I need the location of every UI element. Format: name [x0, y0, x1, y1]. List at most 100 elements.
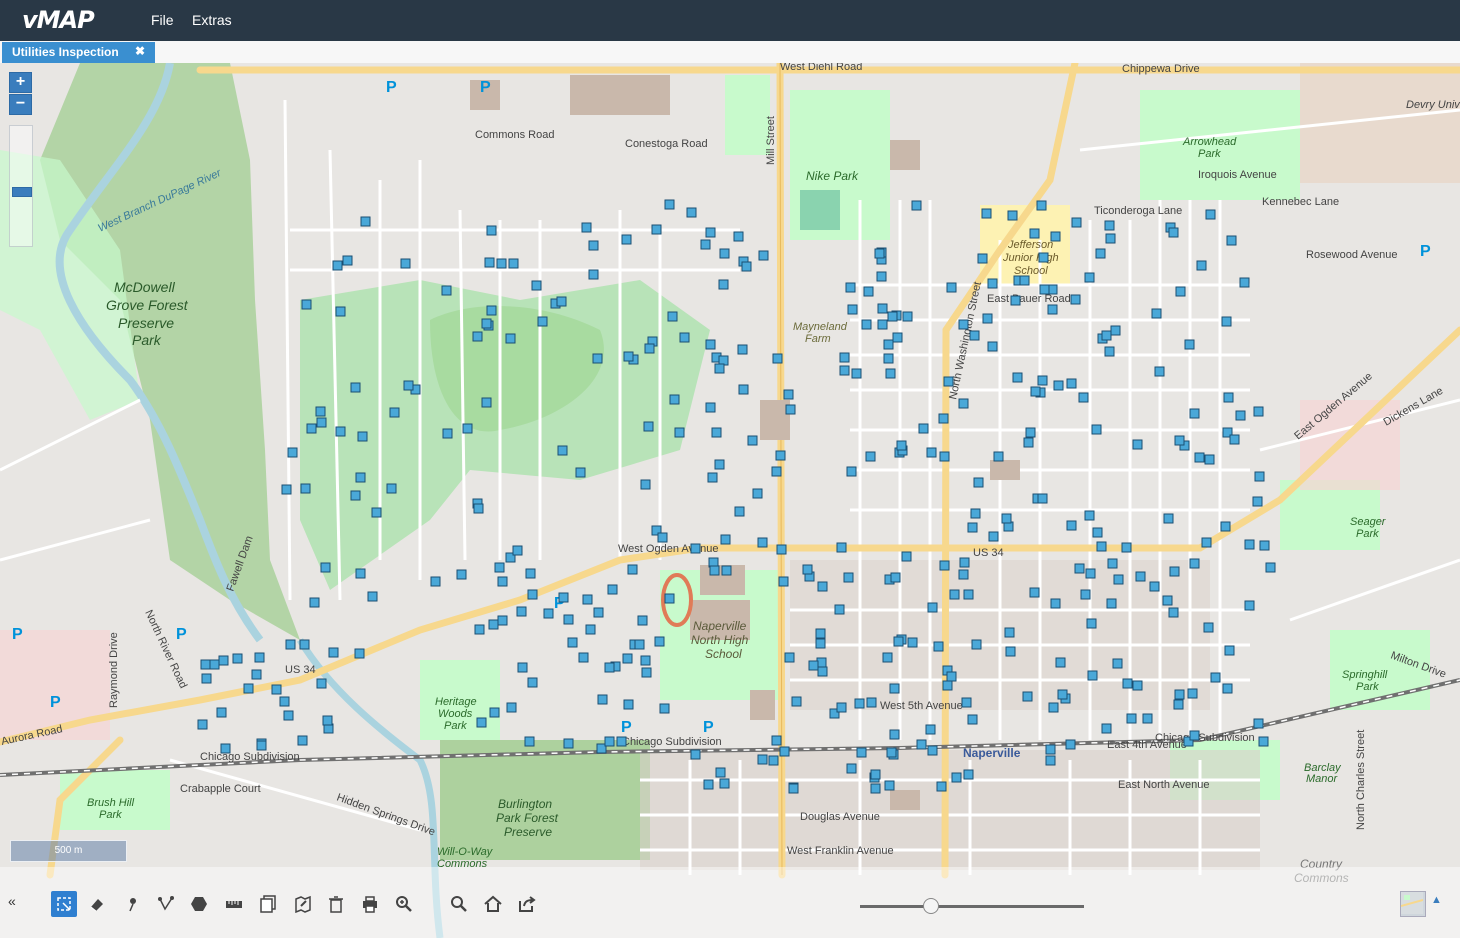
map-view[interactable]: West Diehl Road Mill Street Nike Park Co… [0, 63, 1460, 938]
utility-marker[interactable] [679, 332, 690, 343]
utility-marker[interactable] [870, 769, 881, 780]
utility-marker[interactable] [322, 715, 333, 726]
utility-marker[interactable] [902, 311, 913, 322]
utility-marker[interactable] [719, 778, 730, 789]
utility-marker[interactable] [309, 597, 320, 608]
utility-marker[interactable] [300, 483, 311, 494]
utility-marker[interactable] [959, 557, 970, 568]
utility-marker[interactable] [1175, 286, 1186, 297]
utility-marker[interactable] [634, 639, 645, 650]
utility-marker[interactable] [1174, 435, 1185, 446]
utility-marker[interactable] [785, 404, 796, 415]
utility-marker[interactable] [641, 667, 652, 678]
utility-marker[interactable] [456, 569, 467, 580]
utility-marker[interactable] [1221, 316, 1232, 327]
utility-marker[interactable] [993, 451, 1004, 462]
utility-marker[interactable] [1007, 210, 1018, 221]
utility-marker[interactable] [508, 258, 519, 269]
utility-marker[interactable] [1253, 718, 1264, 729]
utility-marker[interactable] [328, 647, 339, 658]
utility-marker[interactable] [951, 772, 962, 783]
utility-marker[interactable] [705, 227, 716, 238]
utility-marker[interactable] [578, 652, 589, 663]
utility-marker[interactable] [243, 683, 254, 694]
utility-marker[interactable] [664, 593, 675, 604]
utility-marker[interactable] [197, 719, 208, 730]
utility-marker[interactable] [623, 351, 634, 362]
zoom-slider-thumb[interactable] [923, 898, 939, 914]
home-tool-button[interactable] [480, 891, 506, 917]
utility-marker[interactable] [657, 532, 668, 543]
delete-tool-button[interactable] [323, 891, 349, 917]
utility-marker[interactable] [315, 406, 326, 417]
utility-marker[interactable] [651, 224, 662, 235]
utility-marker[interactable] [218, 655, 229, 666]
utility-marker[interactable] [1229, 434, 1240, 445]
utility-marker[interactable] [1070, 294, 1081, 305]
utility-marker[interactable] [839, 352, 850, 363]
utility-marker[interactable] [371, 507, 382, 518]
utility-marker[interactable] [987, 341, 998, 352]
utility-marker[interactable] [927, 745, 938, 756]
utility-marker[interactable] [486, 225, 497, 236]
utility-marker[interactable] [936, 781, 947, 792]
utility-marker[interactable] [1074, 563, 1085, 574]
utility-marker[interactable] [738, 384, 749, 395]
utility-marker[interactable] [389, 407, 400, 418]
utility-marker[interactable] [1092, 527, 1103, 538]
utility-marker[interactable] [497, 576, 508, 587]
utility-marker[interactable] [251, 669, 262, 680]
utility-marker[interactable] [901, 551, 912, 562]
utility-marker[interactable] [776, 544, 787, 555]
utility-marker[interactable] [316, 417, 327, 428]
utility-marker[interactable] [1110, 325, 1121, 336]
utility-marker[interactable] [1205, 209, 1216, 220]
utility-marker[interactable] [1203, 622, 1214, 633]
utility-marker[interactable] [861, 319, 872, 330]
utility-marker[interactable] [1135, 571, 1146, 582]
utility-marker[interactable] [297, 735, 308, 746]
utility-marker[interactable] [718, 279, 729, 290]
utility-marker[interactable] [430, 576, 441, 587]
utility-marker[interactable] [843, 572, 854, 583]
utility-marker[interactable] [839, 365, 850, 376]
utility-marker[interactable] [592, 353, 603, 364]
polygon-tool-button[interactable] [186, 891, 212, 917]
utility-marker[interactable] [1253, 406, 1264, 417]
utility-marker[interactable] [664, 199, 675, 210]
edit-area-tool-button[interactable] [290, 891, 316, 917]
utility-marker[interactable] [472, 331, 483, 342]
utility-marker[interactable] [1066, 520, 1077, 531]
utility-marker[interactable] [575, 467, 586, 478]
utility-marker[interactable] [1252, 496, 1263, 507]
utility-marker[interactable] [355, 568, 366, 579]
utility-marker[interactable] [709, 565, 720, 576]
utility-marker[interactable] [350, 490, 361, 501]
zoom-tool-button[interactable] [391, 891, 417, 917]
utility-marker[interactable] [1030, 386, 1041, 397]
utility-marker[interactable] [1204, 454, 1215, 465]
utility-marker[interactable] [737, 344, 748, 355]
utility-marker[interactable] [604, 662, 615, 673]
map-canvas[interactable]: West Diehl Road Mill Street Nike Park Co… [0, 63, 1460, 938]
utility-marker[interactable] [1235, 410, 1246, 421]
utility-marker[interactable] [870, 783, 881, 794]
utility-marker[interactable] [893, 636, 904, 647]
utility-marker[interactable] [316, 678, 327, 689]
utility-marker[interactable] [1163, 513, 1174, 524]
utility-marker[interactable] [607, 584, 618, 595]
utility-marker[interactable] [874, 248, 885, 259]
utility-marker[interactable] [1201, 537, 1212, 548]
utility-marker[interactable] [1220, 521, 1231, 532]
utility-marker[interactable] [1050, 231, 1061, 242]
utility-marker[interactable] [1050, 598, 1061, 609]
utility-marker[interactable] [988, 531, 999, 542]
utility-marker[interactable] [885, 368, 896, 379]
utility-marker[interactable] [644, 343, 655, 354]
utility-marker[interactable] [1025, 427, 1036, 438]
utility-marker[interactable] [703, 779, 714, 790]
utility-marker[interactable] [949, 589, 960, 600]
utility-marker[interactable] [896, 440, 907, 451]
utility-marker[interactable] [1048, 702, 1059, 713]
utility-marker[interactable] [1022, 691, 1033, 702]
